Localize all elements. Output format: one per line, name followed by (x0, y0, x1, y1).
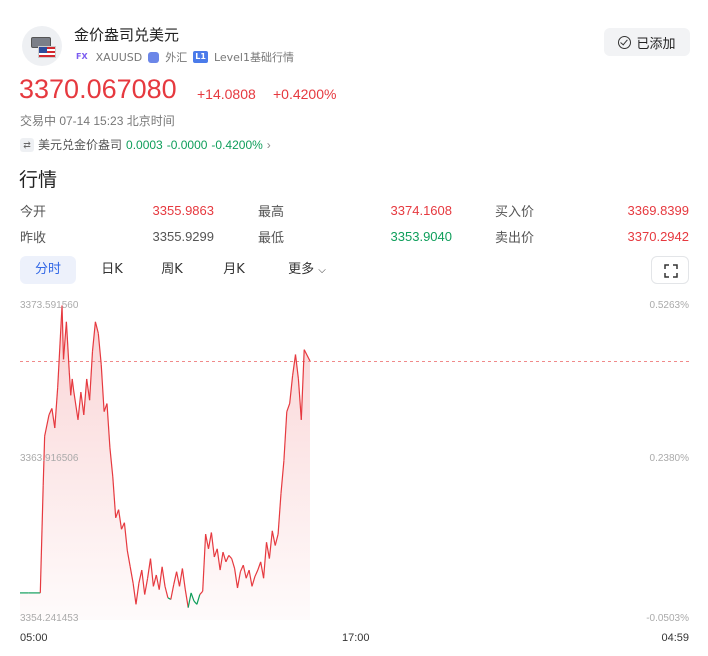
x-tick-end: 04:59 (661, 632, 689, 644)
added-watchlist-button[interactable]: 已添加 (604, 28, 690, 56)
ask-label: 卖出价 (495, 230, 535, 245)
level-label: Level1基础行情 (213, 51, 294, 64)
xauusd-logo (22, 26, 62, 66)
related-change-percent: -0.4200% (211, 137, 263, 152)
price-change-percent: +0.4200% (273, 86, 337, 102)
fullscreen-button[interactable] (651, 256, 689, 284)
related-change: -0.0000 (166, 137, 208, 152)
us-flag-icon (38, 46, 56, 58)
ask-value: 3370.2942 (627, 229, 689, 244)
chevron-down-icon: ⌵ (318, 265, 326, 276)
y-tick-right-top: 0.5263% (649, 300, 689, 311)
market-label: 外汇 (165, 51, 188, 64)
x-tick-mid: 17:00 (342, 632, 370, 644)
y-tick-left-mid: 3363.916506 (20, 453, 79, 464)
y-tick-right-bottom: -0.0503% (646, 613, 689, 624)
open-label: 今开 (20, 204, 47, 219)
tab-month-k[interactable]: 月K (214, 256, 254, 284)
fx-tag: FX (76, 52, 88, 61)
price-change: +14.0808 (197, 86, 256, 102)
bid-value: 3369.8399 (627, 203, 689, 218)
chart-period-tabs: 分时 日K 周K 月K 更多 ⌵ (20, 256, 689, 284)
section-title: 行情 (19, 169, 58, 191)
tab-more[interactable]: 更多 ⌵ (280, 256, 334, 284)
level-tag: L1 (193, 51, 208, 63)
open-value: 3355.9863 (152, 203, 214, 218)
bid-label: 买入价 (495, 204, 535, 219)
low-label: 最低 (258, 230, 285, 245)
trading-status: 交易中 07-14 15:23 北京时间 (20, 114, 175, 128)
instrument-name: 金价盎司兑美元 (74, 26, 180, 44)
added-label: 已添加 (636, 36, 676, 52)
related-price: 0.0003 (126, 137, 163, 152)
intraday-chart: 3373.591560 3363.916506 3354.241453 0.52… (0, 296, 708, 656)
header: 金价盎司兑美元 FX XAUUSD 外汇 L1 Level1基础行情 已添加 (22, 18, 690, 68)
tab-day-k[interactable]: 日K (92, 256, 132, 284)
tab-week-k[interactable]: 周K (152, 256, 192, 284)
globe-icon (148, 51, 160, 63)
chevron-right-icon: › (266, 137, 271, 152)
intraday-chart-svg (20, 305, 689, 620)
y-tick-left-bottom: 3354.241453 (20, 613, 79, 624)
fullscreen-icon (664, 264, 678, 278)
instrument-code: XAUUSD (95, 50, 143, 64)
instrument-meta: FX XAUUSD 外汇 L1 Level1基础行情 (74, 49, 294, 65)
high-label: 最高 (258, 204, 285, 219)
x-tick-start: 05:00 (20, 632, 48, 644)
check-circle-icon (618, 35, 632, 49)
prev-close-value: 3355.9299 (152, 229, 214, 244)
swap-icon: ⇄ (20, 137, 34, 152)
tab-more-label: 更多 (288, 262, 315, 277)
y-tick-left-top: 3373.591560 (20, 300, 79, 311)
last-price: 3370.067080 (19, 74, 177, 104)
related-name: 美元兑金价盎司 (38, 138, 123, 152)
tab-intraday[interactable]: 分时 (20, 256, 76, 284)
y-tick-right-mid: 0.2380% (649, 453, 689, 464)
low-value: 3353.9040 (390, 229, 452, 244)
related-instrument-link[interactable]: ⇄ 美元兑金价盎司 0.0003 -0.0000 -0.4200% › (20, 136, 271, 153)
prev-close-label: 昨收 (20, 230, 47, 245)
high-value: 3374.1608 (390, 203, 452, 218)
